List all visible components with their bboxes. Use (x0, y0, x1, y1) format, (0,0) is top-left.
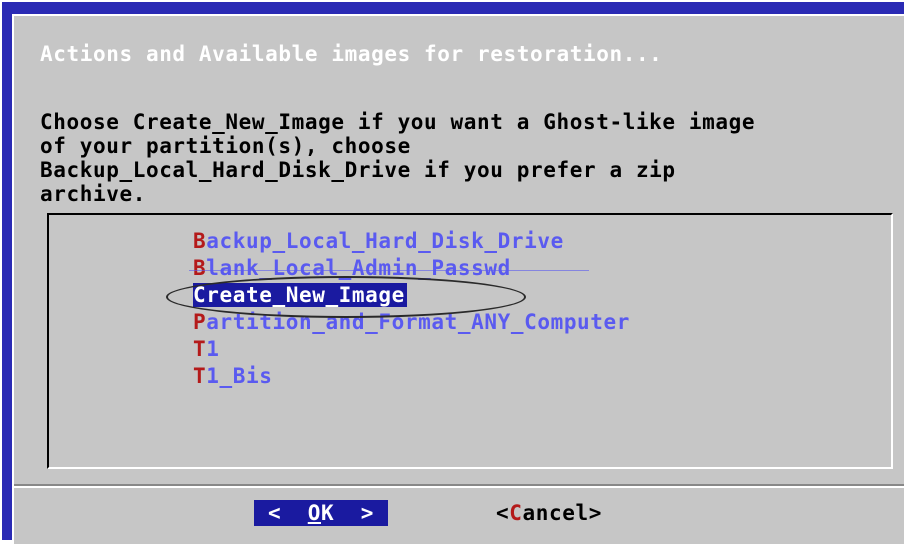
menu-item-label: reate_New_Image (206, 283, 405, 307)
menu-item-t1-bis[interactable]: T1_Bis (193, 364, 272, 388)
menu-listbox[interactable]: Backup_Local_Hard_Disk_Drive Blank_Local… (47, 213, 893, 469)
menu-item-partition-and-format[interactable]: Partition_and_Format_ANY_Computer (193, 310, 630, 334)
message-line-2: of your partition(s), choose (40, 134, 411, 158)
menu-item-hotkey: T (193, 364, 207, 388)
menu-item-hotkey: P (193, 310, 207, 334)
ok-button-hotkey: O (307, 501, 321, 525)
menu-item-label: lank_Local_Admin_Passwd (206, 256, 511, 280)
ok-button-label: K (321, 501, 335, 525)
cancel-button-label: ancel (522, 501, 589, 525)
menu-item-label: 1_Bis (206, 364, 273, 388)
menu-item-t1[interactable]: T1 (193, 337, 220, 361)
message-line-3: Backup_Local_Hard_Disk_Drive if you pref… (40, 158, 676, 182)
menu-item-blank-local-admin-passwd[interactable]: Blank_Local_Admin_Passwd (193, 256, 511, 280)
ok-button-left-bracket: < (268, 501, 308, 525)
button-separator (14, 484, 904, 488)
menu-item-label: artition_and_Format_ANY_Computer (206, 310, 631, 334)
menu-item-label: 1 (206, 337, 220, 361)
dialog-title: Actions and Available images for restora… (40, 42, 663, 66)
ok-button-right-bracket: > (334, 501, 374, 525)
menu-item-hotkey: T (193, 337, 207, 361)
message-line-1: Choose Create_New_Image if you want a Gh… (40, 110, 756, 134)
cancel-button-hotkey: C (509, 501, 523, 525)
cancel-button-left-bracket: < (496, 501, 510, 525)
message-line-4: archive. (40, 182, 146, 206)
menu-item-hotkey: B (193, 229, 207, 253)
menu-item-create-new-image[interactable]: Create_New_Image (193, 283, 407, 307)
ok-button[interactable]: < OK > (254, 500, 388, 526)
menu-item-label: ackup_Local_Hard_Disk_Drive (206, 229, 564, 253)
menu-item-backup-local-hard-disk-drive[interactable]: Backup_Local_Hard_Disk_Drive (193, 229, 564, 253)
restore-dialog: Actions and Available images for restora… (12, 14, 904, 544)
cancel-button[interactable]: <Cancel> (496, 500, 602, 526)
menu-item-hotkey: C (193, 283, 207, 307)
cancel-button-right-bracket: > (588, 501, 602, 525)
menu-item-hotkey: B (193, 256, 207, 280)
